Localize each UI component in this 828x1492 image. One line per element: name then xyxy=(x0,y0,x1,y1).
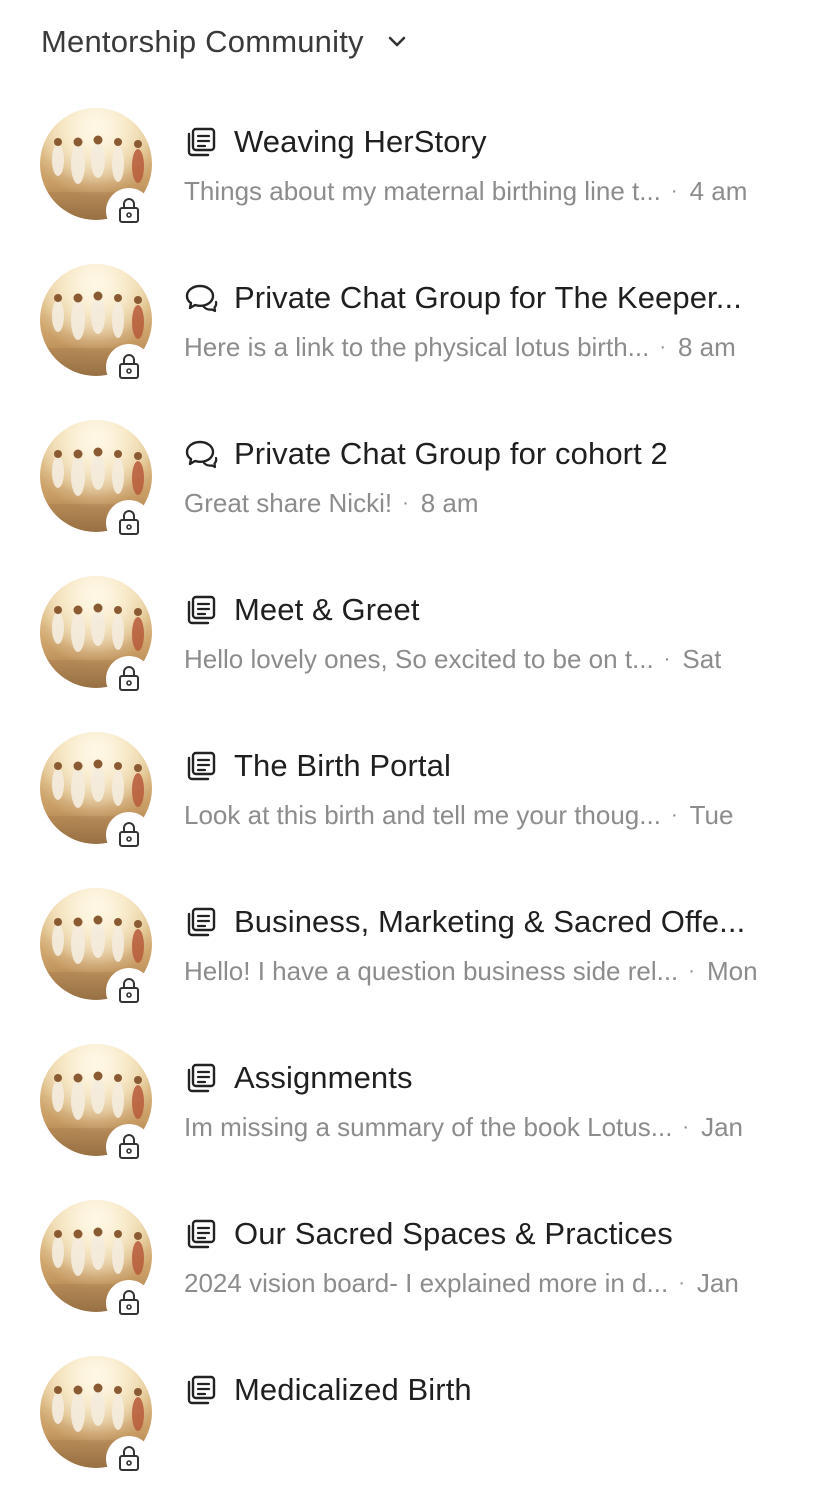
last-message-time: 4 am xyxy=(689,175,748,206)
last-message-snippet: Here is a link to the physical lotus bir… xyxy=(184,331,650,362)
space-avatar xyxy=(40,732,152,858)
space-content: The Birth Portal Look at this birth and … xyxy=(184,746,804,832)
space-row[interactable]: Business, Marketing & Sacred Offe... Hel… xyxy=(0,868,828,1024)
space-title-line: Our Sacred Spaces & Practices xyxy=(184,1214,804,1254)
last-message-time: Mon xyxy=(706,955,758,986)
space-avatar xyxy=(40,108,152,234)
space-title: Weaving HerStory xyxy=(234,124,487,159)
space-row[interactable]: Weaving HerStory Things about my materna… xyxy=(0,88,828,244)
space-content: Private Chat Group for The Keeper... Her… xyxy=(184,278,804,364)
lock-icon xyxy=(106,1124,152,1170)
last-message-time: Sat xyxy=(682,643,722,674)
lock-icon xyxy=(106,656,152,702)
space-preview: Great share Nicki! · 8 am xyxy=(184,486,788,520)
last-message-snippet: Hello! I have a question business side r… xyxy=(184,955,679,986)
chevron-down-icon[interactable] xyxy=(386,31,408,53)
separator-dot: · xyxy=(670,179,678,202)
lock-icon xyxy=(106,188,152,234)
lock-icon xyxy=(106,968,152,1014)
space-row[interactable]: Our Sacred Spaces & Practices 2024 visio… xyxy=(0,1180,828,1336)
space-avatar xyxy=(40,1044,152,1170)
lock-icon xyxy=(106,344,152,390)
post-list-icon xyxy=(184,1373,218,1407)
space-avatar xyxy=(40,1200,152,1326)
space-title: Private Chat Group for The Keeper... xyxy=(234,280,742,315)
space-row[interactable]: The Birth Portal Look at this birth and … xyxy=(0,712,828,868)
space-title-line: Private Chat Group for cohort 2 xyxy=(184,434,804,474)
last-message-time: Jan xyxy=(696,1267,739,1298)
space-content: Medicalized Birth xyxy=(184,1370,804,1410)
space-row[interactable]: Private Chat Group for The Keeper... Her… xyxy=(0,244,828,400)
separator-dot: · xyxy=(678,1271,685,1294)
space-title-line: The Birth Portal xyxy=(184,746,804,786)
space-title-line: Weaving HerStory xyxy=(184,122,804,162)
last-message-time: 8 am xyxy=(420,487,479,518)
separator-dot: · xyxy=(670,803,678,826)
space-preview: Im missing a summary of the book Lotus..… xyxy=(184,1110,788,1144)
space-content: Business, Marketing & Sacred Offe... Hel… xyxy=(184,902,804,988)
chat-bubbles-icon xyxy=(184,437,218,471)
space-title: Medicalized Birth xyxy=(234,1372,472,1407)
separator-dot: · xyxy=(402,491,409,514)
space-avatar xyxy=(40,264,152,390)
space-title: Our Sacred Spaces & Practices xyxy=(234,1216,673,1251)
post-list-icon xyxy=(184,125,218,159)
space-preview: Things about my maternal birthing line t… xyxy=(184,174,788,208)
space-title-line: Meet & Greet xyxy=(184,590,804,630)
last-message-snippet: Look at this birth and tell me your thou… xyxy=(184,799,661,830)
last-message-time: 8 am xyxy=(678,331,736,362)
space-avatar xyxy=(40,420,152,546)
space-title: Business, Marketing & Sacred Offe... xyxy=(234,904,746,939)
community-title: Mentorship Community xyxy=(41,24,364,59)
space-preview: Hello! I have a question business side r… xyxy=(184,954,788,988)
space-row[interactable]: Medicalized Birth xyxy=(0,1336,828,1492)
space-preview: Look at this birth and tell me your thou… xyxy=(184,798,788,832)
space-row[interactable]: Assignments Im missing a summary of the … xyxy=(0,1024,828,1180)
space-preview: 2024 vision board- I explained more in d… xyxy=(184,1266,788,1300)
space-title: The Birth Portal xyxy=(234,748,451,783)
chat-bubbles-icon xyxy=(184,281,218,315)
space-content: Assignments Im missing a summary of the … xyxy=(184,1058,804,1144)
last-message-snippet: Hello lovely ones, So excited to be on t… xyxy=(184,643,654,674)
last-message-time: Jan xyxy=(701,1111,744,1142)
lock-icon xyxy=(106,1436,152,1482)
post-list-icon xyxy=(184,593,218,627)
space-title: Meet & Greet xyxy=(234,592,420,627)
space-preview: Here is a link to the physical lotus bir… xyxy=(184,330,788,364)
space-title: Assignments xyxy=(234,1060,413,1095)
space-title: Private Chat Group for cohort 2 xyxy=(234,436,668,471)
space-title-line: Assignments xyxy=(184,1058,804,1098)
lock-icon xyxy=(106,500,152,546)
separator-dot: · xyxy=(659,335,666,358)
lock-icon xyxy=(106,812,152,858)
space-avatar xyxy=(40,576,152,702)
space-title-line: Business, Marketing & Sacred Offe... xyxy=(184,902,804,942)
separator-dot: · xyxy=(663,647,671,670)
space-row[interactable]: Private Chat Group for cohort 2 Great sh… xyxy=(0,400,828,556)
separator-dot: · xyxy=(688,959,695,982)
last-message-snippet: 2024 vision board- I explained more in d… xyxy=(184,1267,669,1298)
space-preview: Hello lovely ones, So excited to be on t… xyxy=(184,642,788,676)
space-title-line: Medicalized Birth xyxy=(184,1370,804,1410)
space-content: Weaving HerStory Things about my materna… xyxy=(184,122,804,208)
space-content: Our Sacred Spaces & Practices 2024 visio… xyxy=(184,1214,804,1300)
separator-dot: · xyxy=(682,1115,690,1138)
last-message-snippet: Things about my maternal birthing line t… xyxy=(184,175,661,206)
last-message-time: Tue xyxy=(689,799,734,830)
space-avatar xyxy=(40,1356,152,1482)
space-content: Meet & Greet Hello lovely ones, So excit… xyxy=(184,590,804,676)
post-list-icon xyxy=(184,1217,218,1251)
last-message-snippet: Im missing a summary of the book Lotus..… xyxy=(184,1111,673,1142)
space-list: Weaving HerStory Things about my materna… xyxy=(0,88,828,1492)
post-list-icon xyxy=(184,749,218,783)
post-list-icon xyxy=(184,1061,218,1095)
lock-icon xyxy=(106,1280,152,1326)
post-list-icon xyxy=(184,905,218,939)
space-content: Private Chat Group for cohort 2 Great sh… xyxy=(184,434,804,520)
space-title-line: Private Chat Group for The Keeper... xyxy=(184,278,804,318)
space-row[interactable]: Meet & Greet Hello lovely ones, So excit… xyxy=(0,556,828,712)
last-message-snippet: Great share Nicki! xyxy=(184,487,393,518)
community-switcher[interactable]: Mentorship Community xyxy=(41,22,408,62)
space-avatar xyxy=(40,888,152,1014)
